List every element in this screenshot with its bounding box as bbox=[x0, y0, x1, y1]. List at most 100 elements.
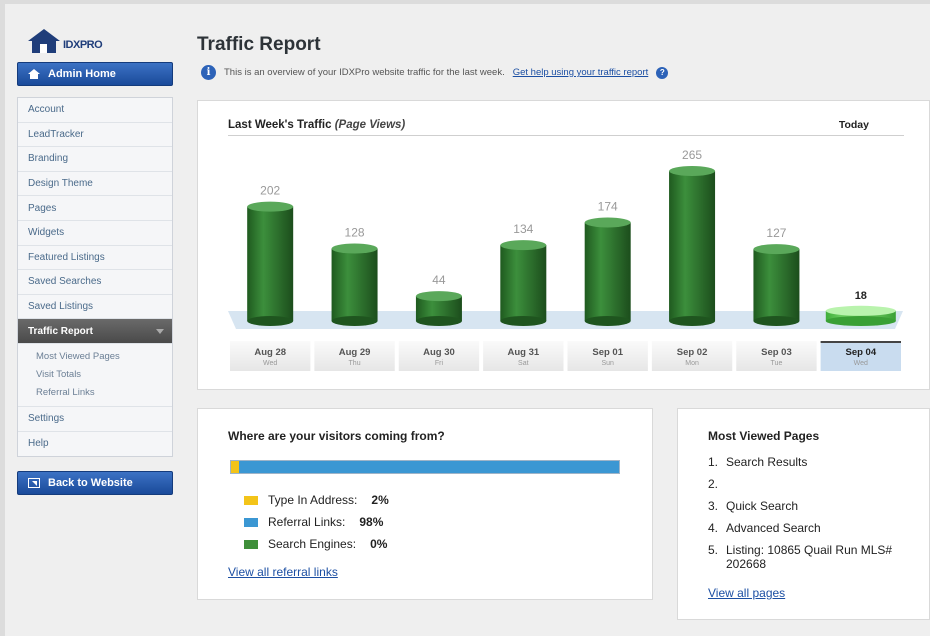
sidebar-subitem-visit-totals[interactable]: Visit Totals bbox=[18, 366, 172, 384]
legend-label: Referral Links: bbox=[268, 515, 346, 529]
legend-value: 0% bbox=[370, 537, 388, 551]
day-weekday-label: Mon bbox=[685, 360, 699, 367]
sources-stacked-bar bbox=[230, 460, 620, 474]
app-frame: IDXPRO Admin Home Account LeadTracker Br… bbox=[5, 4, 930, 636]
bar-value-label: 134 bbox=[513, 222, 533, 236]
bar-base bbox=[825, 316, 896, 326]
legend-swatch bbox=[244, 495, 258, 505]
most-viewed-list: 1. Search Results 2. 3. Quick Search 4. Adv… bbox=[708, 455, 908, 571]
bar-top bbox=[669, 166, 716, 176]
list-item: 5. Listing: 10865 Quail Run MLS# 202668 bbox=[708, 543, 908, 571]
day-weekday-label: Sun bbox=[601, 360, 614, 367]
view-all-pages-link[interactable]: View all pages bbox=[708, 586, 785, 600]
today-marker bbox=[820, 341, 901, 343]
bar-base bbox=[331, 316, 378, 326]
sidebar-item-account[interactable]: Account bbox=[18, 98, 172, 123]
traffic-bar-chart: 202 Aug 28 Wed 128 Aug 29 Thu 44 Aug 30 Fri 134 Au… bbox=[228, 148, 903, 371]
most-viewed-heading: Most Viewed Pages bbox=[708, 429, 820, 443]
day-date-label: Aug 29 bbox=[339, 347, 371, 358]
list-item-number: 2. bbox=[708, 477, 719, 491]
list-item-label: Listing: 10865 Quail Run MLS# 202668 bbox=[726, 543, 893, 571]
sidebar-subitem-most-viewed-pages[interactable]: Most Viewed Pages bbox=[18, 348, 172, 366]
list-item: 4. Advanced Search bbox=[708, 521, 908, 543]
bar-value-label: 128 bbox=[345, 226, 365, 240]
sidebar-subitem-referral-links[interactable]: Referral Links bbox=[18, 384, 172, 402]
sidebar-item-featured-listings[interactable]: Featured Listings bbox=[18, 246, 172, 271]
house-icon bbox=[28, 29, 60, 53]
home-icon bbox=[28, 69, 40, 79]
sidebar-item-traffic-report[interactable]: Traffic Report bbox=[18, 319, 172, 344]
sidebar-item-label: LeadTracker bbox=[28, 128, 84, 140]
info-icon: i bbox=[201, 65, 216, 80]
list-item-number: 5. bbox=[708, 543, 719, 557]
intro-text: This is an overview of your IDXPro websi… bbox=[224, 67, 505, 78]
list-item-number: 4. bbox=[708, 521, 719, 535]
sidebar-subitem-label: Referral Links bbox=[36, 387, 95, 399]
sidebar-item-label: Saved Searches bbox=[28, 276, 102, 288]
bar-base bbox=[753, 316, 800, 326]
day-date-label: Aug 30 bbox=[423, 347, 455, 358]
list-item-number: 3. bbox=[708, 499, 719, 513]
list-item: 3. Quick Search bbox=[708, 499, 908, 521]
legend-swatch bbox=[244, 539, 258, 549]
admin-home-button[interactable]: Admin Home bbox=[17, 62, 173, 86]
sidebar-item-branding[interactable]: Branding bbox=[18, 147, 172, 172]
sidebar-item-saved-listings[interactable]: Saved Listings bbox=[18, 295, 172, 320]
logo-text: IDXPRO bbox=[63, 39, 103, 51]
day-date-label: Sep 04 bbox=[845, 347, 876, 358]
help-link[interactable]: Get help using your traffic report bbox=[513, 67, 649, 78]
sources-bar-segment bbox=[231, 461, 239, 473]
chart-floor bbox=[228, 311, 903, 329]
chevron-down-icon bbox=[156, 328, 164, 334]
legend-swatch bbox=[244, 517, 258, 527]
logo[interactable]: IDXPRO bbox=[27, 24, 103, 54]
bar-value-label: 265 bbox=[682, 148, 702, 162]
bar-base bbox=[669, 316, 716, 326]
legend-value: 98% bbox=[359, 515, 384, 529]
bar-value-label: 44 bbox=[432, 273, 446, 287]
external-link-icon bbox=[28, 478, 40, 488]
view-referral-links-link[interactable]: View all referral links bbox=[228, 565, 338, 579]
admin-home-label: Admin Home bbox=[48, 68, 116, 80]
bar bbox=[500, 245, 547, 321]
bar-base bbox=[584, 316, 631, 326]
day-date-label: Sep 02 bbox=[677, 347, 708, 358]
bar-value-label: 127 bbox=[766, 226, 786, 240]
page-title: Traffic Report bbox=[197, 34, 321, 55]
sidebar-item-leadtracker[interactable]: LeadTracker bbox=[18, 123, 172, 148]
sidebar-item-widgets[interactable]: Widgets bbox=[18, 221, 172, 246]
sources-bar-segment bbox=[238, 461, 619, 473]
day-weekday-label: Wed bbox=[854, 360, 868, 367]
sidebar-item-label: Traffic Report bbox=[28, 325, 94, 337]
sidebar-item-design-theme[interactable]: Design Theme bbox=[18, 172, 172, 197]
bar-base bbox=[500, 316, 547, 326]
back-to-website-label: Back to Website bbox=[48, 477, 133, 489]
sidebar-menu: Account LeadTracker Branding Design Them… bbox=[17, 97, 173, 458]
legend-item-referral: Referral Links: 98% bbox=[244, 511, 389, 533]
sidebar-item-saved-searches[interactable]: Saved Searches bbox=[18, 270, 172, 295]
legend-item-search-engines: Search Engines: 0% bbox=[244, 533, 389, 555]
sidebar-item-label: Help bbox=[28, 438, 49, 450]
list-item-label: Search Results bbox=[726, 455, 808, 469]
sidebar-item-help[interactable]: Help bbox=[18, 432, 172, 457]
bar bbox=[753, 249, 800, 321]
list-item: 1. Search Results bbox=[708, 455, 908, 477]
day-date-label: Aug 28 bbox=[254, 347, 286, 358]
bar-top bbox=[247, 201, 294, 212]
legend-value: 2% bbox=[371, 493, 389, 507]
bar-value-label: 174 bbox=[598, 200, 618, 214]
sidebar-item-settings[interactable]: Settings bbox=[18, 407, 172, 432]
help-icon[interactable]: ? bbox=[656, 66, 669, 79]
bar-base bbox=[415, 316, 462, 326]
traffic-report-submenu: Most Viewed Pages Visit Totals Referral … bbox=[18, 344, 172, 407]
list-item-label: Quick Search bbox=[726, 499, 799, 513]
sidebar-item-pages[interactable]: Pages bbox=[18, 196, 172, 221]
traffic-chart-panel: Last Week's Traffic (Page Views) Today 2… bbox=[197, 100, 930, 390]
bar bbox=[247, 206, 294, 321]
back-to-website-button[interactable]: Back to Website bbox=[17, 471, 173, 495]
bar-top bbox=[584, 217, 631, 228]
bar bbox=[584, 222, 631, 321]
day-date-label: Sep 01 bbox=[592, 347, 623, 358]
legend-item-type-in: Type In Address: 2% bbox=[244, 489, 389, 511]
day-date-label: Aug 31 bbox=[507, 347, 539, 358]
